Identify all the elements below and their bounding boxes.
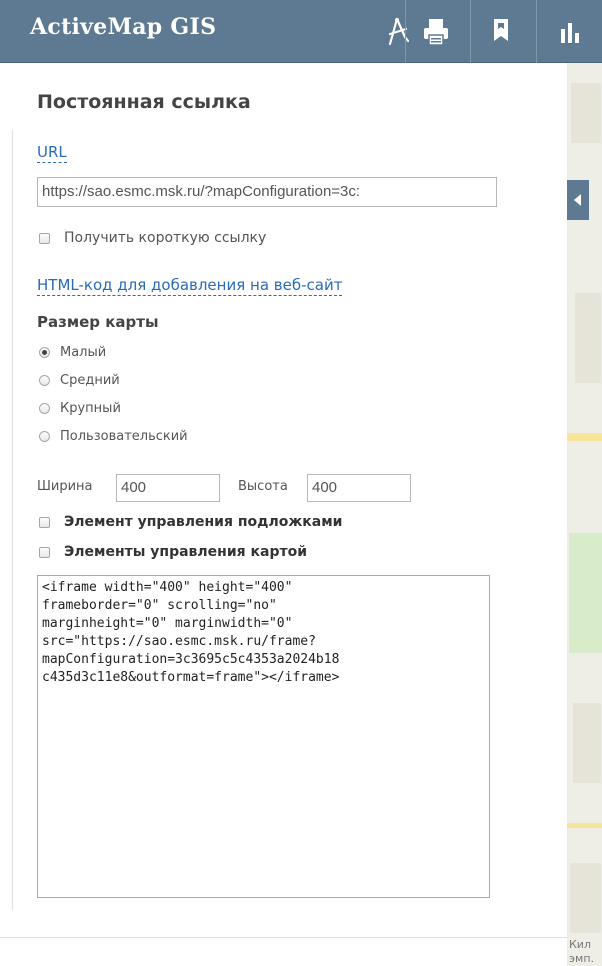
short-link-label: Получить короткую ссылку bbox=[64, 230, 267, 246]
map-block bbox=[570, 863, 601, 933]
map-road bbox=[567, 433, 602, 441]
print-button[interactable] bbox=[405, 0, 466, 63]
size-option-large[interactable]: Крупный bbox=[39, 401, 121, 416]
map-park bbox=[569, 533, 602, 653]
map-controls-label: Элементы управления картой bbox=[64, 544, 308, 560]
height-label: Высота bbox=[238, 479, 288, 494]
share-bookmark-icon bbox=[494, 18, 508, 41]
panel-divider bbox=[0, 937, 567, 938]
panel-divider bbox=[12, 130, 13, 910]
size-radio-medium[interactable] bbox=[39, 375, 50, 386]
height-input[interactable]: 400 bbox=[307, 474, 411, 502]
basemap-control-label: Элемент управления подложками bbox=[64, 514, 343, 530]
share-button[interactable] bbox=[470, 0, 531, 63]
size-radio-custom[interactable] bbox=[39, 431, 50, 442]
map-attribution-line2: эмп. bbox=[569, 952, 595, 965]
short-link-option[interactable]: Получить короткую ссылку bbox=[39, 230, 266, 246]
short-link-checkbox[interactable] bbox=[39, 232, 50, 244]
embed-code-textarea[interactable]: <iframe width="400" height="400" framebo… bbox=[37, 575, 490, 898]
map-block bbox=[573, 703, 601, 783]
width-input[interactable]: 400 bbox=[116, 474, 220, 502]
basemap-control-option[interactable]: Элемент управления подложками bbox=[39, 514, 342, 530]
panel-collapse-button[interactable] bbox=[567, 180, 589, 220]
print-icon bbox=[424, 18, 448, 46]
map-block bbox=[575, 293, 601, 383]
size-option-medium[interactable]: Средний bbox=[39, 373, 120, 388]
map-controls-option[interactable]: Элементы управления картой bbox=[39, 544, 307, 560]
size-label-medium: Средний bbox=[60, 373, 120, 388]
size-label-large: Крупный bbox=[60, 401, 121, 416]
statistics-button[interactable] bbox=[536, 0, 602, 63]
size-radio-large[interactable] bbox=[39, 403, 50, 414]
map-attribution-line1: Кил bbox=[569, 938, 591, 951]
map-road bbox=[567, 823, 602, 828]
html-code-link[interactable]: HTML-код для добавления на веб-сайт bbox=[37, 276, 343, 296]
size-option-small[interactable]: Малый bbox=[39, 345, 106, 360]
url-link[interactable]: URL bbox=[37, 143, 67, 163]
map-controls-checkbox[interactable] bbox=[39, 546, 50, 558]
url-field[interactable]: https://sao.esmc.msk.ru/?mapConfiguratio… bbox=[37, 177, 497, 207]
size-option-custom[interactable]: Пользовательский bbox=[39, 429, 188, 444]
app-title: ActiveMap GIS bbox=[30, 14, 217, 40]
panel-heading: Постоянная ссылка bbox=[37, 91, 251, 113]
size-label-custom: Пользовательский bbox=[60, 429, 188, 444]
basemap-control-checkbox[interactable] bbox=[39, 516, 50, 528]
size-label-small: Малый bbox=[60, 345, 107, 360]
app-header: ActiveMap GIS bbox=[0, 0, 602, 63]
bar-chart-icon bbox=[561, 22, 579, 43]
map-size-label: Размер карты bbox=[37, 313, 159, 331]
size-radio-small[interactable] bbox=[39, 347, 50, 358]
width-label: Ширина bbox=[37, 479, 93, 494]
map-block bbox=[571, 83, 601, 143]
chevron-left-icon bbox=[574, 194, 581, 206]
